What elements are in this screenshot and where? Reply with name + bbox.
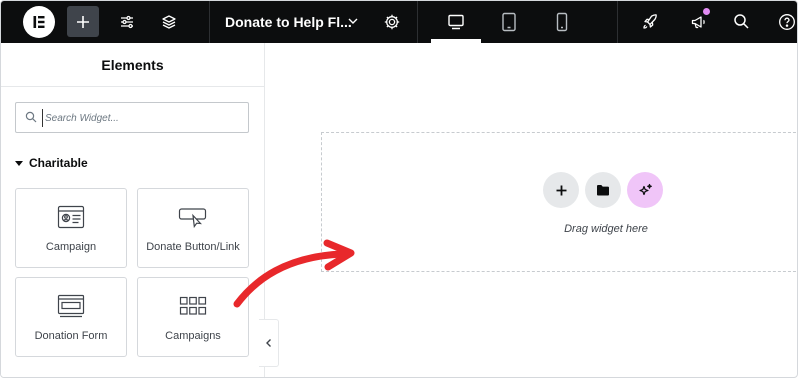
widget-campaign[interactable]: Campaign [15, 188, 127, 268]
tablet-icon [502, 12, 516, 31]
button-cursor-icon [178, 208, 207, 228]
category-label: Charitable [29, 156, 88, 170]
widget-label: Campaigns [165, 330, 221, 342]
elements-panel: Elements Charitable [1, 43, 265, 377]
rocket-icon [643, 13, 657, 29]
widget-label: Donate Button/Link [146, 241, 240, 253]
divider [417, 1, 418, 43]
help-icon [779, 13, 795, 30]
help-button[interactable] [773, 6, 797, 37]
launchpad-button[interactable] [636, 6, 664, 37]
megaphone-icon [691, 15, 705, 28]
widget-label: Campaign [45, 241, 97, 253]
search-icon [25, 111, 37, 123]
document-title: Donate to Help Fl... [225, 14, 352, 30]
top-bar: Donate to Help Fl... [1, 1, 797, 43]
grid-icon [179, 296, 207, 315]
search-widget-field[interactable] [15, 102, 249, 133]
sparkle-icon [638, 183, 652, 195]
gear-icon [384, 14, 400, 29]
widget-donation-form[interactable]: Donation Form [15, 277, 127, 357]
mobile-view-button[interactable] [547, 6, 577, 37]
campaign-card-icon [57, 205, 85, 229]
panel-title: Elements [1, 43, 264, 87]
chevron-down-icon [348, 18, 358, 24]
tablet-view-button[interactable] [494, 6, 524, 37]
plus-icon [556, 185, 566, 195]
active-device-indicator [431, 39, 481, 43]
chevron-left-icon [265, 339, 271, 347]
page-settings-button[interactable] [378, 6, 406, 37]
form-window-icon [57, 294, 85, 318]
document-title-dropdown[interactable]: Donate to Help Fl... [209, 1, 369, 43]
desktop-view-button[interactable] [441, 6, 471, 37]
drag-widget-hint: Drag widget here [564, 223, 648, 235]
mobile-icon [556, 12, 568, 31]
add-element-button[interactable] [67, 6, 99, 37]
collapse-panel-button[interactable] [259, 319, 279, 367]
add-section-button[interactable] [543, 172, 579, 208]
annotation-arrow-icon [233, 239, 355, 308]
divider [617, 1, 618, 43]
plus-icon [77, 15, 89, 28]
structure-button[interactable] [155, 6, 183, 37]
elementor-logo-icon[interactable] [23, 6, 55, 38]
layers-icon [162, 14, 176, 29]
desktop-icon [448, 14, 464, 29]
folder-icon [597, 185, 609, 196]
ai-generate-button[interactable] [627, 172, 663, 208]
search-widget-input[interactable] [42, 109, 242, 127]
sliders-icon [121, 15, 133, 28]
caret-down-icon [15, 160, 23, 166]
add-template-button[interactable] [585, 172, 621, 208]
widget-label: Donation Form [34, 330, 108, 342]
search-button[interactable] [727, 6, 755, 37]
site-settings-button[interactable] [113, 6, 141, 37]
notification-badge [703, 8, 710, 15]
category-toggle[interactable]: Charitable [15, 156, 88, 170]
search-icon [733, 14, 749, 29]
editor-window: Donate to Help Fl... Elements Search Wid… [0, 0, 798, 378]
